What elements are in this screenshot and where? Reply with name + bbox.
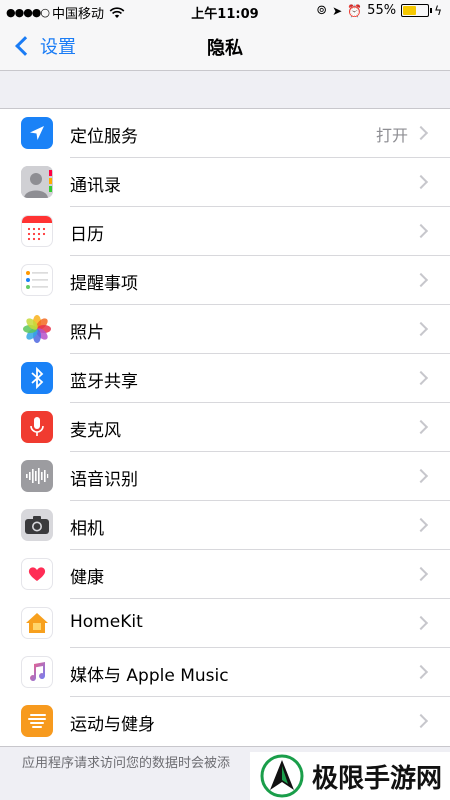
list-item-camera[interactable]: 相机: [0, 501, 450, 550]
item-label: 照片: [70, 323, 104, 343]
watermark: 极限手游网: [250, 752, 450, 800]
list-item-media-apple-music[interactable]: 媒体与 Apple Music: [0, 648, 450, 697]
list-item-calendar[interactable]: 日历: [0, 207, 450, 256]
chevron-right-icon: [413, 125, 429, 141]
status-bar: ●●●●○ 中国移动 上午11:09 ⊚ ➤ ⏰ 55% ϟ: [0, 0, 450, 22]
microphone-icon: [21, 411, 53, 443]
item-label: 麦克风: [70, 421, 121, 441]
navigation-bar: 设置 隐私: [0, 22, 450, 71]
footer-note: 应用程序请求访问您的数据时会被添: [22, 756, 231, 771]
list-item-speech-recognition[interactable]: 语音识别: [0, 452, 450, 501]
chevron-right-icon: [413, 615, 429, 631]
motion-icon: [21, 705, 53, 737]
list-item-contacts[interactable]: 通讯录: [0, 158, 450, 207]
item-label: 蓝牙共享: [70, 372, 138, 392]
watermark-text: 极限手游网: [312, 763, 443, 794]
chevron-right-icon: [413, 664, 429, 680]
chevron-right-icon: [413, 174, 429, 190]
chevron-right-icon: [413, 713, 429, 729]
speech-waveform-icon: [21, 460, 53, 492]
chevron-right-icon: [413, 370, 429, 386]
item-label: 运动与健身: [70, 715, 155, 735]
health-heart-icon: [21, 558, 53, 590]
page-title: 隐私: [207, 38, 243, 59]
orientation-lock-icon: ⊚: [316, 3, 328, 18]
item-label: 通讯录: [70, 176, 121, 196]
location-status-icon: ➤: [332, 3, 343, 18]
charging-bolt-icon: ϟ: [434, 3, 442, 18]
homekit-house-icon: [21, 607, 53, 639]
item-label: HomeKit: [70, 612, 143, 632]
music-note-icon: [21, 656, 53, 688]
chevron-right-icon: [413, 419, 429, 435]
item-value: 打开: [375, 126, 408, 145]
photos-icon: [21, 313, 53, 345]
reminders-icon: [21, 264, 53, 296]
list-item-bluetooth-sharing[interactable]: 蓝牙共享: [0, 354, 450, 403]
item-label: 语音识别: [70, 470, 138, 490]
alarm-icon: ⏰: [347, 3, 363, 18]
contacts-icon: [21, 166, 53, 198]
chevron-right-icon: [413, 566, 429, 582]
location-arrow-icon: [21, 117, 53, 149]
list-item-microphone[interactable]: 麦克风: [0, 403, 450, 452]
chevron-right-icon: [413, 468, 429, 484]
chevron-right-icon: [413, 272, 429, 288]
chevron-right-icon: [413, 517, 429, 533]
item-label: 提醒事项: [70, 274, 138, 294]
list-item-health[interactable]: 健康: [0, 550, 450, 599]
bluetooth-icon: [21, 362, 53, 394]
item-label: 相机: [70, 519, 104, 539]
list-item-motion-fitness[interactable]: 运动与健身: [0, 697, 450, 746]
calendar-icon: [21, 215, 53, 247]
privacy-list: 定位服务 打开 通讯录 日历 提醒事项 照片 蓝牙共享 麦克风 语音识别 相机 …: [0, 108, 450, 747]
chevron-right-icon: [413, 223, 429, 239]
chevron-right-icon: [413, 321, 429, 337]
battery-icon: [401, 4, 433, 17]
item-label: 日历: [70, 225, 104, 245]
battery-percent: 55%: [367, 3, 397, 18]
item-label: 健康: [70, 568, 104, 588]
camera-icon: [21, 509, 53, 541]
list-item-homekit[interactable]: HomeKit: [0, 599, 450, 648]
item-label: 媒体与 Apple Music: [70, 666, 229, 686]
watermark-logo-icon: [260, 754, 304, 798]
list-item-reminders[interactable]: 提醒事项: [0, 256, 450, 305]
item-label: 定位服务: [70, 127, 138, 147]
list-item-photos[interactable]: 照片: [0, 305, 450, 354]
list-item-location-services[interactable]: 定位服务 打开: [0, 109, 450, 158]
